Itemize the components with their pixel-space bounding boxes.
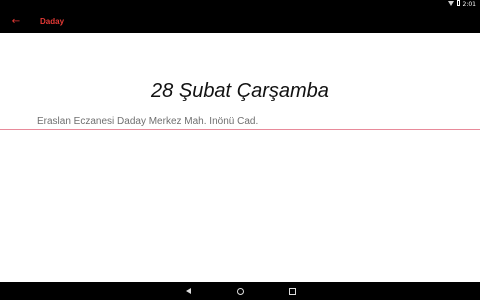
battery-icon: [456, 0, 460, 10]
pharmacy-list-item[interactable]: Eraslan Eczanesi Daday Merkez Mah. Inönü…: [0, 116, 480, 130]
app-bar: ← Daday: [0, 10, 480, 33]
wifi-icon: [447, 0, 454, 10]
back-button[interactable]: ←: [9, 10, 23, 33]
date-heading: 28 Şubat Çarşamba: [151, 80, 329, 102]
app-title: Daday: [40, 17, 65, 26]
nav-back-icon: [185, 288, 191, 294]
nav-recents-button[interactable]: [286, 285, 298, 297]
status-bar: 2:01: [0, 0, 480, 10]
nav-recents-icon: [288, 287, 296, 295]
nav-back-button[interactable]: [182, 285, 194, 297]
arrow-back-icon: ←: [11, 16, 21, 27]
status-time: 2:01: [462, 1, 476, 8]
navigation-bar: [0, 282, 480, 300]
pharmacy-name: Eraslan Eczanesi Daday Merkez Mah. Inönü…: [37, 116, 259, 127]
nav-home-icon: [236, 287, 244, 295]
nav-home-button[interactable]: [234, 285, 246, 297]
